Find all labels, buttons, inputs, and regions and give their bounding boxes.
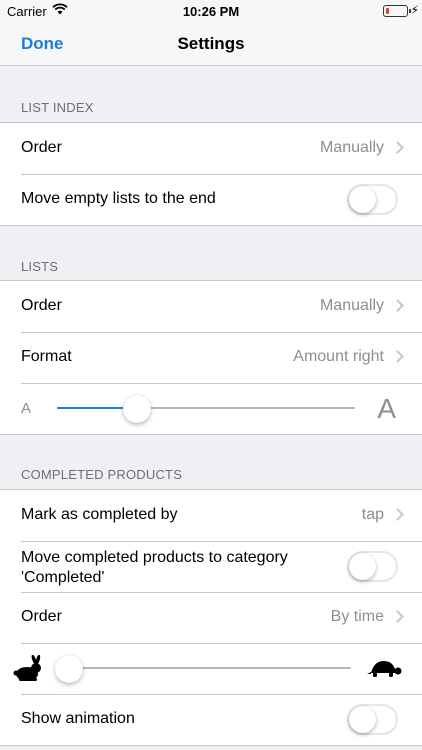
section-header-lists: LISTS — [21, 259, 59, 274]
row-label: Order — [21, 139, 62, 156]
row-label: Mark as completed by — [21, 506, 178, 523]
row-label: Order — [21, 297, 62, 314]
section-header-list-index: LIST INDEX — [21, 100, 94, 115]
move-empty-lists-toggle[interactable] — [347, 184, 398, 215]
list-index-group: Order Manually Move empty lists to the e… — [0, 122, 422, 226]
slider-thumb[interactable] — [55, 655, 83, 683]
battery-icon — [383, 5, 411, 17]
animation-speed-slider-row — [0, 643, 422, 694]
chevron-right-icon — [391, 610, 404, 623]
navigation-bar: Done Settings — [0, 22, 422, 66]
move-completed-row: Move completed products to category 'Com… — [0, 541, 422, 592]
lists-order-row[interactable]: Order Manually — [0, 281, 422, 332]
completed-order-row[interactable]: Order By time — [0, 592, 422, 643]
row-label: Show animation — [21, 710, 135, 727]
mark-completed-row[interactable]: Mark as completed by tap — [0, 490, 422, 541]
small-font-icon: A — [21, 400, 32, 417]
font-size-slider[interactable] — [57, 395, 355, 423]
slider-thumb[interactable] — [123, 395, 152, 423]
row-label: Format — [21, 348, 72, 365]
row-label: Move completed products to category 'Com… — [21, 549, 288, 586]
chevron-right-icon — [391, 141, 404, 154]
status-time: 10:26 PM — [182, 4, 240, 19]
row-value: Amount right — [293, 348, 384, 365]
rabbit-icon — [10, 654, 44, 688]
turtle-icon — [366, 657, 402, 686]
charging-icon: ⚡ — [410, 3, 419, 17]
page-title: Settings — [177, 34, 245, 53]
row-value: By time — [330, 608, 384, 625]
row-label: Order — [21, 608, 62, 625]
row-value: Manually — [319, 139, 384, 156]
font-size-slider-row: A A — [0, 383, 422, 434]
show-animation-toggle[interactable] — [347, 704, 398, 735]
row-value: Manually — [319, 297, 384, 314]
show-animation-row: Show animation — [0, 694, 422, 745]
status-bar: Carrier 10:26 PM ⚡ — [0, 0, 422, 22]
animation-speed-slider[interactable] — [55, 655, 351, 683]
completed-products-group: Mark as completed by tap Move completed … — [0, 489, 422, 746]
move-empty-lists-row: Move empty lists to the end — [0, 174, 422, 225]
section-header-completed-products: COMPLETED PRODUCTS — [21, 467, 183, 482]
chevron-right-icon — [391, 508, 404, 521]
move-completed-toggle[interactable] — [347, 551, 398, 582]
list-index-order-row[interactable]: Order Manually — [0, 123, 422, 174]
row-label: Move empty lists to the end — [21, 190, 216, 207]
chevron-right-icon — [391, 299, 404, 312]
lists-format-row[interactable]: Format Amount right — [0, 332, 422, 383]
chevron-right-icon — [391, 350, 404, 363]
lists-group: Order Manually Format Amount right A A — [0, 280, 422, 435]
row-value: tap — [361, 506, 384, 523]
large-font-icon: A — [377, 393, 396, 424]
